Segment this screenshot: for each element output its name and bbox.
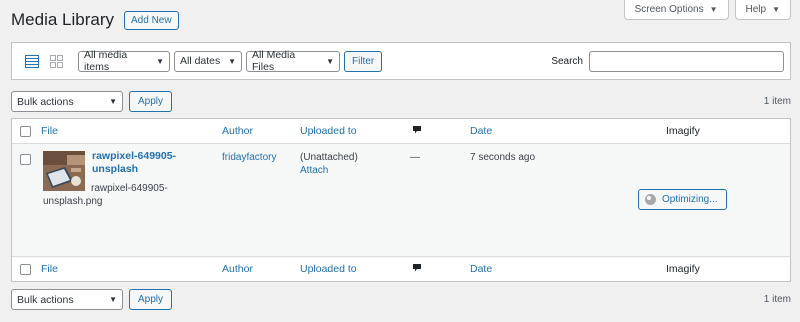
table-row: rawpixel-649905-unsplash rawpixel-649905… — [12, 144, 790, 258]
files-select[interactable]: All Media Files ▼ — [246, 49, 340, 73]
chevron-down-icon: ▼ — [326, 56, 334, 66]
bulk-actions-value: Bulk actions — [17, 293, 74, 306]
title-row: Media Library Add New — [11, 10, 179, 30]
file-title-link[interactable]: rawpixel-649905-unsplash — [92, 150, 192, 176]
column-imagify-footer: Imagify — [666, 263, 700, 275]
column-uploaded-to-footer[interactable]: Uploaded to — [300, 263, 357, 275]
dates-value: All dates — [180, 55, 221, 67]
caret-down-icon: ▼ — [772, 5, 780, 14]
comment-bubble-icon[interactable] — [412, 263, 422, 276]
bulk-actions-select-bottom[interactable]: Bulk actions ▼ — [11, 289, 123, 310]
chevron-down-icon: ▼ — [109, 97, 117, 106]
apply-button-bottom[interactable]: Apply — [129, 289, 173, 310]
select-all-checkbox[interactable] — [20, 126, 31, 137]
media-type-value: All media items — [84, 49, 128, 73]
apply-button[interactable]: Apply — [129, 91, 173, 112]
chevron-down-icon: ▼ — [156, 56, 164, 66]
page-title: Media Library — [11, 10, 114, 29]
imagify-optimizing-button[interactable]: Optimizing... — [638, 189, 727, 210]
column-file[interactable]: File — [41, 125, 58, 137]
items-count-bottom: 1 item — [763, 294, 791, 305]
add-new-button[interactable]: Add New — [124, 10, 179, 30]
caret-down-icon: ▼ — [709, 5, 718, 14]
screen-options-label: Screen Options — [634, 4, 704, 15]
media-table: File Author Uploaded to Date Imagify raw… — [11, 118, 791, 282]
bulk-actions-bottom: Bulk actions ▼ Apply 1 item — [11, 289, 791, 310]
column-imagify: Imagify — [666, 125, 700, 137]
files-value: All Media Files — [252, 49, 296, 73]
upload-date: 7 seconds ago — [470, 152, 536, 163]
column-date-footer[interactable]: Date — [470, 263, 492, 275]
list-view-icon[interactable] — [24, 53, 40, 69]
search-input[interactable] — [589, 50, 784, 72]
grid-view-icon[interactable] — [48, 53, 64, 69]
help-button[interactable]: Help ▼ — [734, 0, 791, 20]
bulk-actions-value: Bulk actions — [17, 95, 74, 108]
uploaded-to-status: (Unattached) — [300, 152, 358, 163]
spinner-icon — [645, 194, 656, 205]
file-name: rawpixel-649905-unsplash.png — [43, 183, 168, 207]
chevron-down-icon: ▼ — [109, 295, 117, 304]
column-uploaded-to[interactable]: Uploaded to — [300, 125, 357, 137]
column-file-footer[interactable]: File — [41, 263, 58, 275]
items-count: 1 item — [763, 96, 791, 107]
row-checkbox[interactable] — [20, 154, 31, 165]
chevron-down-icon: ▼ — [228, 56, 236, 66]
table-footer: File Author Uploaded to Date Imagify — [12, 256, 790, 281]
bulk-actions-top: Bulk actions ▼ Apply 1 item — [11, 91, 791, 112]
dates-select[interactable]: All dates ▼ — [174, 50, 242, 72]
filter-button[interactable]: Filter — [344, 50, 383, 72]
imagify-status-label: Optimizing... — [662, 194, 718, 205]
comment-bubble-icon[interactable] — [412, 125, 422, 138]
column-author-footer[interactable]: Author — [222, 263, 253, 275]
author-link[interactable]: fridayfactory — [222, 152, 276, 163]
search-box: Search — [551, 50, 784, 72]
comment-count: — — [410, 152, 420, 163]
column-author[interactable]: Author — [222, 125, 253, 137]
screen-options-button[interactable]: Screen Options ▼ — [623, 0, 729, 20]
filter-bar: All media items ▼ All dates ▼ All Media … — [11, 42, 791, 80]
bulk-actions-select[interactable]: Bulk actions ▼ — [11, 91, 123, 112]
screen-meta: Screen Options ▼ Help ▼ — [623, 0, 791, 20]
help-label: Help — [745, 4, 767, 15]
select-all-checkbox-footer[interactable] — [20, 264, 31, 275]
column-date[interactable]: Date — [470, 125, 492, 137]
attach-link[interactable]: Attach — [300, 165, 328, 176]
search-label: Search — [551, 55, 583, 67]
media-type-select[interactable]: All media items ▼ — [78, 49, 170, 73]
table-header: File Author Uploaded to Date Imagify — [12, 119, 790, 144]
